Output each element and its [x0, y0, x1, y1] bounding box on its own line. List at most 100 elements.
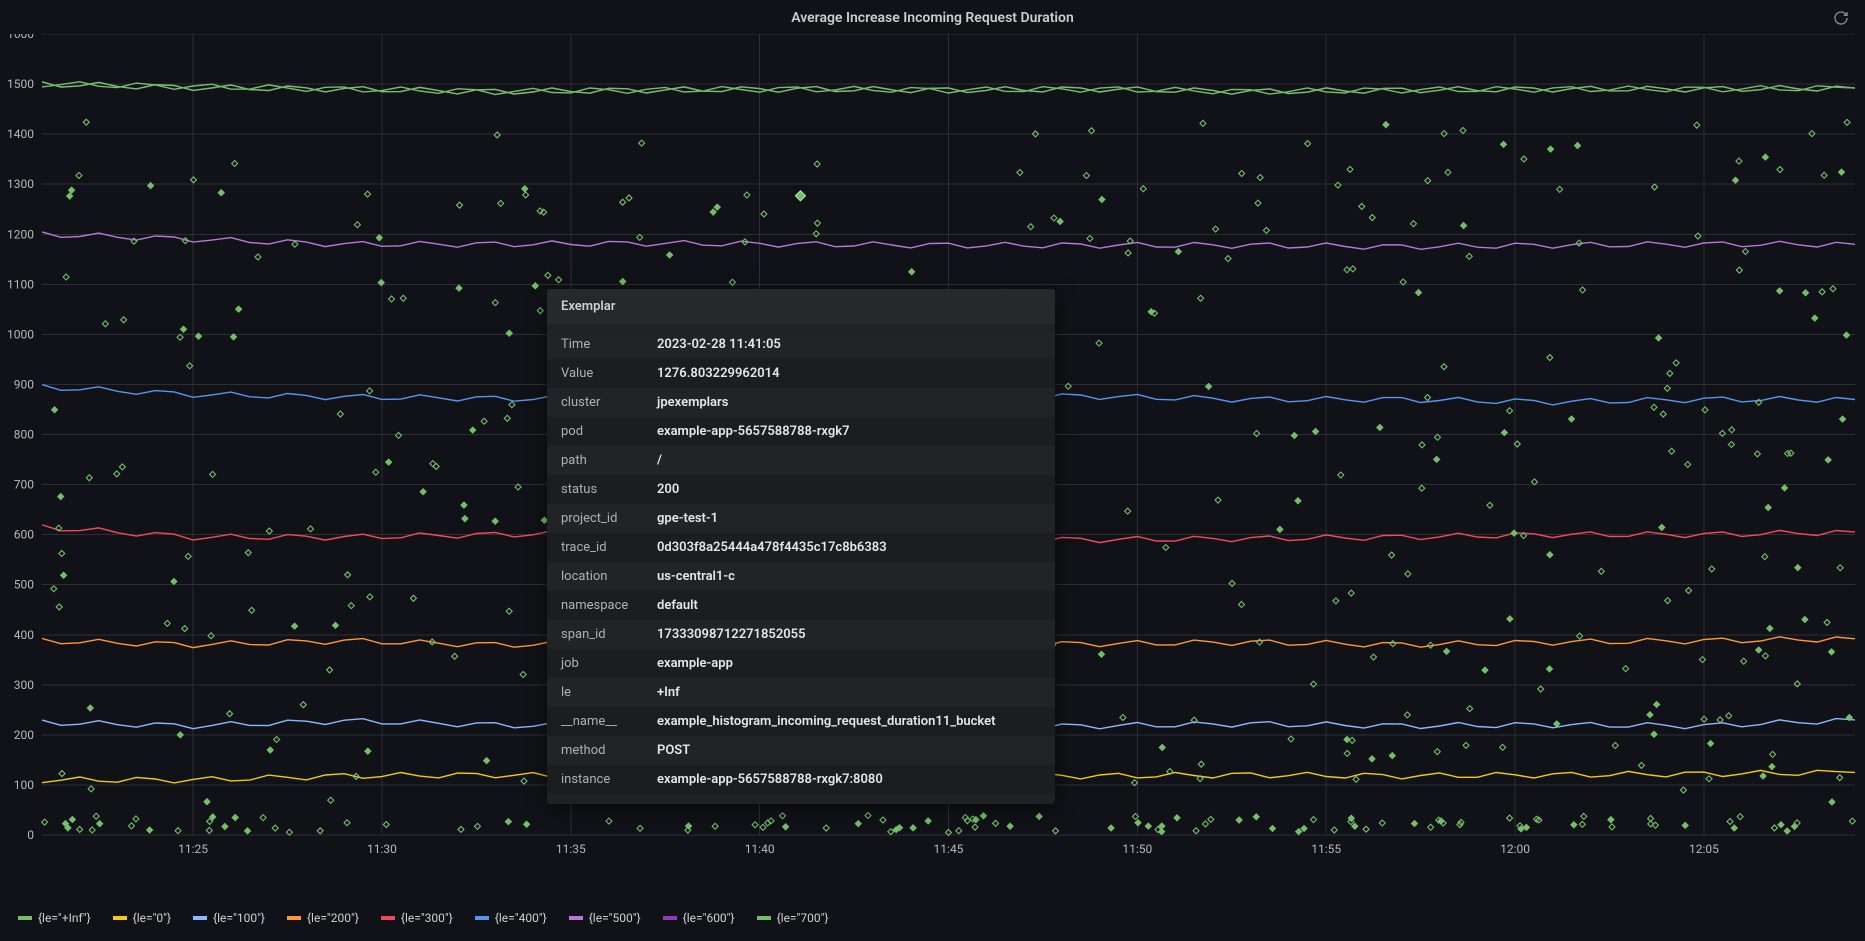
exemplar-point[interactable]	[1538, 686, 1544, 692]
exemplar-point[interactable]	[182, 626, 188, 632]
exemplar-point[interactable]	[1754, 451, 1760, 457]
exemplar-point[interactable]	[420, 489, 426, 495]
exemplar-point[interactable]	[1359, 203, 1365, 209]
exemplar-point[interactable]	[481, 418, 487, 424]
exemplar-point[interactable]	[1812, 315, 1818, 321]
exemplar-point[interactable]	[1782, 485, 1788, 491]
exemplar-point[interactable]	[1419, 485, 1425, 491]
exemplar-point[interactable]	[171, 578, 177, 584]
exemplar-point[interactable]	[222, 824, 228, 830]
exemplar-point[interactable]	[1175, 249, 1181, 255]
exemplar-point[interactable]	[880, 817, 886, 823]
exemplar-point[interactable]	[1654, 701, 1660, 707]
exemplar-point[interactable]	[218, 190, 224, 196]
exemplar-point[interactable]	[274, 737, 280, 743]
exemplar-point[interactable]	[1647, 712, 1653, 718]
exemplar-point[interactable]	[1577, 633, 1583, 639]
exemplar-point[interactable]	[470, 427, 476, 433]
exemplar-point[interactable]	[1547, 355, 1553, 361]
exemplar-point[interactable]	[1719, 430, 1725, 436]
exemplar-point[interactable]	[266, 528, 272, 534]
exemplar-point[interactable]	[637, 825, 643, 831]
exemplar-point[interactable]	[494, 132, 500, 138]
exemplar-point[interactable]	[386, 459, 392, 465]
exemplar-point[interactable]	[1277, 526, 1283, 532]
exemplar-point[interactable]	[1769, 764, 1775, 770]
exemplar-point[interactable]	[1665, 598, 1671, 604]
exemplar-point[interactable]	[1702, 407, 1708, 413]
exemplar-point[interactable]	[1767, 625, 1773, 631]
exemplar-point[interactable]	[1651, 404, 1657, 410]
exemplar-point[interactable]	[1404, 712, 1410, 718]
exemplar-point[interactable]	[1125, 250, 1131, 256]
exemplar-point[interactable]	[1521, 156, 1527, 162]
exemplar-point[interactable]	[1377, 425, 1383, 431]
exemplar-point[interactable]	[1608, 817, 1614, 823]
exemplar-point[interactable]	[956, 828, 962, 834]
exemplar-point[interactable]	[177, 732, 183, 738]
exemplar-point[interactable]	[783, 824, 789, 830]
exemplar-point[interactable]	[328, 797, 334, 803]
legend-item[interactable]: {le="300"}	[381, 911, 453, 925]
exemplar-point[interactable]	[760, 824, 766, 830]
exemplar-point[interactable]	[1460, 127, 1466, 133]
exemplar-point[interactable]	[208, 633, 214, 639]
exemplar-point[interactable]	[1159, 744, 1165, 750]
exemplar-point[interactable]	[1794, 681, 1800, 687]
exemplar-point[interactable]	[180, 326, 186, 332]
exemplar-point[interactable]	[1795, 565, 1801, 571]
exemplar-point[interactable]	[51, 586, 57, 592]
exemplar-point[interactable]	[458, 826, 464, 832]
exemplar-point[interactable]	[1733, 177, 1739, 183]
exemplar-point[interactable]	[260, 815, 266, 821]
exemplar-point[interactable]	[1193, 828, 1199, 834]
exemplar-point[interactable]	[1709, 566, 1715, 572]
exemplar-point[interactable]	[1580, 287, 1586, 293]
exemplar-point[interactable]	[1838, 169, 1844, 175]
exemplar-point[interactable]	[348, 603, 354, 609]
exemplar-point[interactable]	[620, 199, 626, 205]
exemplar-point[interactable]	[910, 825, 916, 831]
exemplar-point[interactable]	[457, 202, 463, 208]
exemplar-point[interactable]	[1099, 196, 1105, 202]
exemplar-point[interactable]	[1083, 173, 1089, 179]
exemplar-point[interactable]	[1598, 568, 1604, 574]
exemplar-point[interactable]	[365, 191, 371, 197]
legend-item[interactable]: {le="100"}	[193, 911, 265, 925]
exemplar-point[interactable]	[637, 234, 643, 240]
exemplar-point[interactable]	[1824, 619, 1830, 625]
exemplar-point[interactable]	[972, 824, 978, 830]
exemplar-point[interactable]	[1837, 565, 1843, 571]
exemplar-point[interactable]	[1554, 721, 1560, 727]
exemplar-point[interactable]	[710, 209, 716, 215]
exemplar-point[interactable]	[292, 241, 298, 247]
exemplar-point[interactable]	[365, 748, 371, 754]
exemplar-point[interactable]	[1441, 364, 1447, 370]
exemplar-point[interactable]	[1791, 823, 1797, 829]
exemplar-point[interactable]	[1511, 530, 1517, 536]
exemplar-point[interactable]	[1652, 184, 1658, 190]
exemplar-point[interactable]	[56, 604, 62, 610]
exemplar-point[interactable]	[332, 622, 338, 628]
exemplar-point[interactable]	[1434, 456, 1440, 462]
exemplar-point[interactable]	[1736, 267, 1742, 273]
exemplar-point[interactable]	[667, 252, 673, 258]
exemplar-point[interactable]	[780, 813, 786, 819]
legend-item[interactable]: {le="400"}	[475, 911, 547, 925]
exemplar-point[interactable]	[249, 607, 255, 613]
exemplar-point[interactable]	[1353, 776, 1359, 782]
exemplar-point[interactable]	[1770, 751, 1776, 757]
exemplar-point[interactable]	[1694, 122, 1700, 128]
exemplar-point[interactable]	[1213, 226, 1219, 232]
exemplar-point[interactable]	[1174, 815, 1180, 821]
exemplar-point[interactable]	[1760, 773, 1766, 779]
exemplar-point[interactable]	[498, 200, 504, 206]
chart-area[interactable]: 0100200300400500600700800900100011001200…	[0, 34, 1865, 905]
exemplar-point[interactable]	[1350, 266, 1356, 272]
exemplar-point[interactable]	[97, 821, 103, 827]
exemplar-point[interactable]	[1405, 571, 1411, 577]
exemplar-point[interactable]	[1731, 825, 1737, 831]
exemplar-point[interactable]	[1849, 818, 1855, 824]
exemplar-point[interactable]	[1680, 787, 1686, 793]
exemplar-point[interactable]	[175, 828, 181, 834]
